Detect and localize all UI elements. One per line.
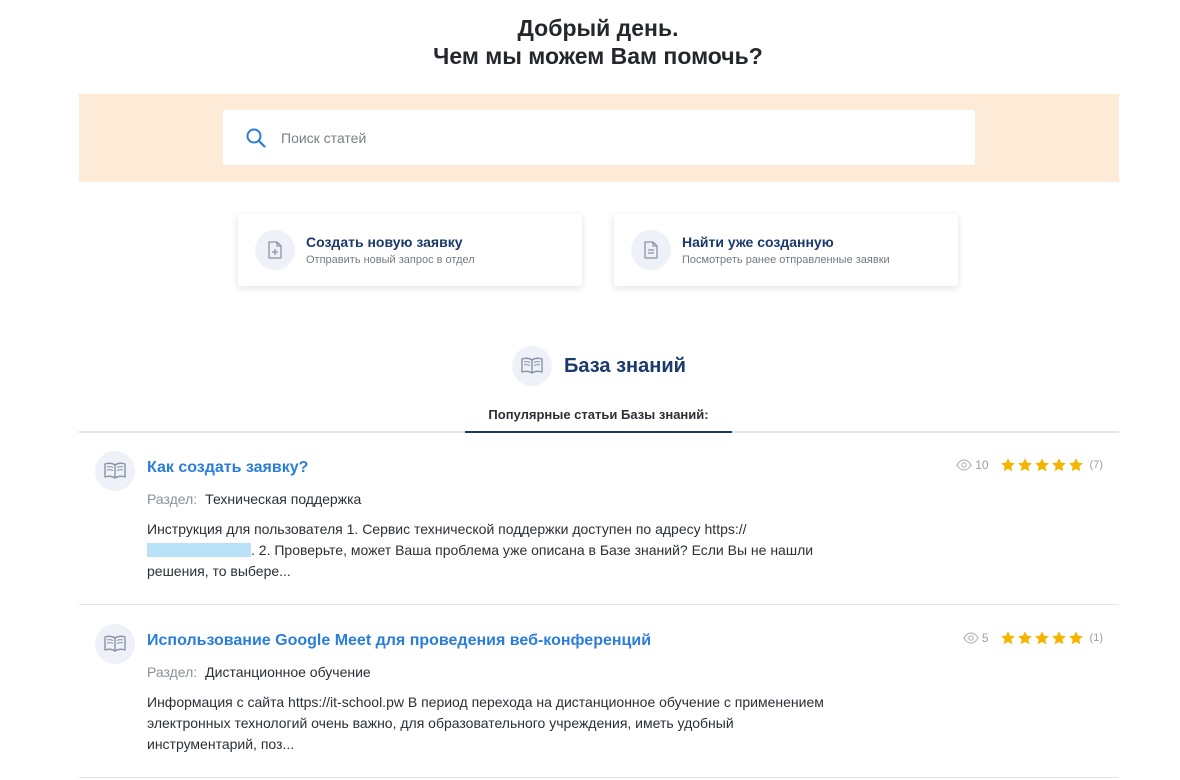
article-section: Раздел: Дистанционное обучение [147, 664, 371, 680]
star-icon[interactable] [1017, 457, 1033, 473]
star-icon[interactable] [1051, 457, 1067, 473]
eye-icon [963, 632, 979, 644]
article-excerpt: Инструкция для пользователя 1. Сервис те… [147, 519, 837, 582]
article-excerpt: Информация с сайта https://it-school.pw … [147, 692, 837, 755]
tab-bar: Популярные статьи Базы знаний: [79, 404, 1119, 433]
star-icon[interactable] [1017, 630, 1033, 646]
views-counter: 10 [956, 458, 989, 472]
excerpt-text: Информация с сайта https://it-school.pw … [147, 694, 824, 752]
star-icon[interactable] [1000, 457, 1016, 473]
section-value: Дистанционное обучение [205, 664, 371, 680]
section-label: Раздел: [147, 491, 198, 507]
search-icon[interactable] [245, 127, 267, 149]
article-item: Использование Google Meet для проведения… [79, 606, 1119, 778]
article-meta: 5 (1) [963, 630, 1103, 646]
document-plus-icon [255, 230, 295, 270]
views-count: 10 [975, 458, 989, 472]
section-value: Техническая поддержка [205, 491, 362, 507]
search-box[interactable] [223, 110, 975, 165]
star-icon[interactable] [1051, 630, 1067, 646]
article-item: Как создать заявку? Раздел: Техническая п… [79, 433, 1119, 605]
tab-popular-articles[interactable]: Популярные статьи Базы знаний: [465, 404, 732, 433]
rating-stars [1000, 457, 1085, 473]
star-icon[interactable] [1034, 630, 1050, 646]
views-counter: 5 [963, 631, 989, 645]
knowledge-base-heading: База знаний [512, 346, 686, 386]
eye-icon [956, 459, 972, 471]
excerpt-text: Инструкция для пользователя 1. Сервис те… [147, 521, 747, 537]
star-icon[interactable] [1000, 630, 1016, 646]
rating-count: (1) [1089, 632, 1103, 644]
document-lines-icon [631, 230, 671, 270]
book-icon [512, 346, 552, 386]
find-request-card[interactable]: Найти уже созданную Посмотреть ранее отп… [614, 214, 958, 286]
find-request-subtitle: Посмотреть ранее отправленные заявки [682, 253, 890, 266]
find-request-title: Найти уже созданную [682, 233, 834, 250]
search-band [79, 94, 1119, 182]
star-icon[interactable] [1068, 630, 1084, 646]
redacted-url [147, 543, 251, 557]
help-question: Чем мы можем Вам помочь? [433, 43, 763, 69]
book-icon [95, 451, 135, 491]
create-request-title: Создать новую заявку [306, 233, 463, 250]
create-request-card[interactable]: Создать новую заявку Отправить новый зап… [238, 214, 582, 286]
article-section: Раздел: Техническая поддержка [147, 491, 361, 507]
star-icon[interactable] [1034, 457, 1050, 473]
knowledge-base-title: База знаний [564, 354, 686, 377]
create-request-subtitle: Отправить новый запрос в отдел [306, 253, 475, 266]
greeting-line: Добрый день. [517, 15, 679, 41]
rating-count: (7) [1089, 459, 1103, 471]
article-title-link[interactable]: Использование Google Meet для проведения… [147, 632, 651, 650]
book-icon [95, 624, 135, 664]
search-input[interactable] [281, 129, 921, 146]
star-icon[interactable] [1068, 457, 1084, 473]
page-greeting: Добрый день. Чем мы можем Вам помочь? [0, 14, 1180, 70]
views-count: 5 [981, 631, 989, 645]
article-title-link[interactable]: Как создать заявку? [147, 459, 308, 477]
rating-stars [1000, 630, 1085, 646]
article-meta: 10 (7) [956, 457, 1103, 473]
section-label: Раздел: [147, 664, 198, 680]
